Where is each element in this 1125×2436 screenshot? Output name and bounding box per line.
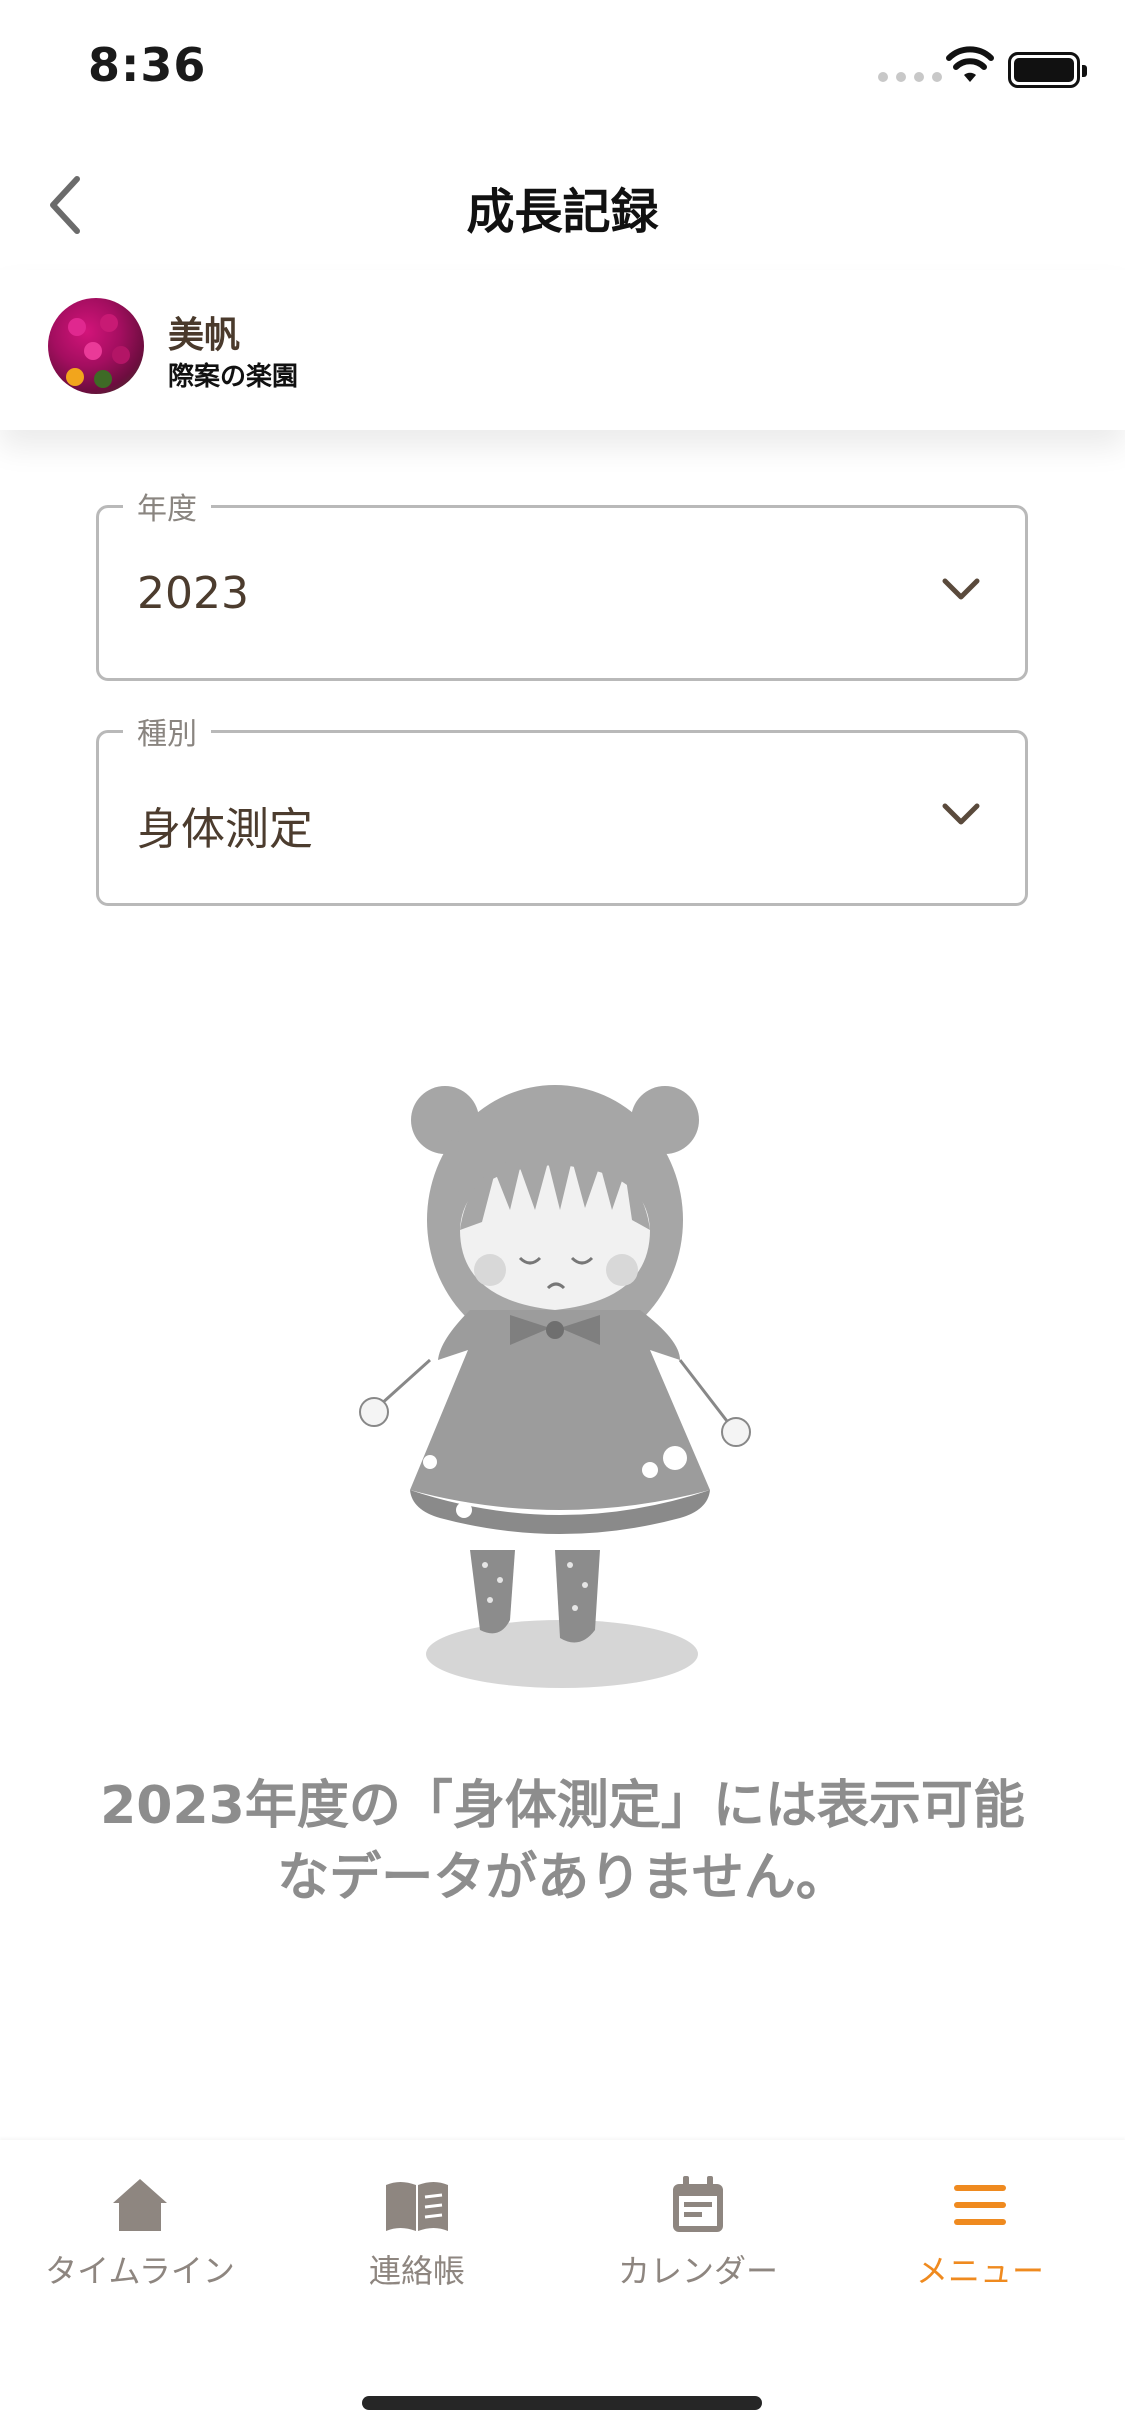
tab-calendar-label: カレンダー xyxy=(617,2252,778,2290)
child-profile: 美帆 際案の楽園 xyxy=(0,270,1125,430)
status-bar: 8:36 xyxy=(0,0,1125,140)
type-label: 種別 xyxy=(123,709,211,753)
cellular-signal-icon xyxy=(878,72,942,82)
type-value: 身体測定 xyxy=(137,804,313,855)
tab-contact-book-label: 連絡帳 xyxy=(368,2252,465,2290)
chevron-down-icon xyxy=(942,803,980,825)
child-name: 美帆 xyxy=(168,315,241,356)
battery-icon xyxy=(1008,52,1087,88)
type-select[interactable]: 種別 身体測定 xyxy=(96,709,1028,906)
year-label: 年度 xyxy=(123,484,211,528)
chevron-down-icon xyxy=(942,578,980,600)
home-icon xyxy=(113,2179,167,2231)
home-indicator[interactable] xyxy=(362,2396,762,2410)
wifi-icon xyxy=(946,46,994,82)
calendar-icon xyxy=(673,2176,723,2232)
tab-timeline[interactable]: タイムライン xyxy=(0,2170,280,2320)
menu-icon xyxy=(954,2185,1006,2225)
page-title: 成長記録 xyxy=(466,184,659,240)
empty-state-message: 2023年度の「身体測定」には表示可能なデータがありません。 xyxy=(100,1776,1025,1908)
tab-menu-label: メニュー xyxy=(915,2252,1044,2290)
school-name: 際案の楽園 xyxy=(168,362,299,392)
empty-state-girl-illustration xyxy=(359,1085,751,1688)
avatar xyxy=(48,298,144,394)
tab-timeline-label: タイムライン xyxy=(45,2252,235,2290)
tab-bar: タイムライン 連絡帳 カレンダー メニュー xyxy=(0,2140,1125,2436)
tab-contact-book[interactable]: 連絡帳 xyxy=(277,2170,557,2320)
year-select[interactable]: 年度 2023 xyxy=(96,484,1028,681)
tab-calendar[interactable]: カレンダー xyxy=(558,2170,838,2320)
tab-menu[interactable]: メニュー xyxy=(840,2170,1120,2320)
book-icon xyxy=(386,2182,448,2231)
nav-header: 成長記録 xyxy=(0,140,1125,270)
status-time: 8:36 xyxy=(88,38,207,92)
year-value: 2023 xyxy=(137,568,249,619)
